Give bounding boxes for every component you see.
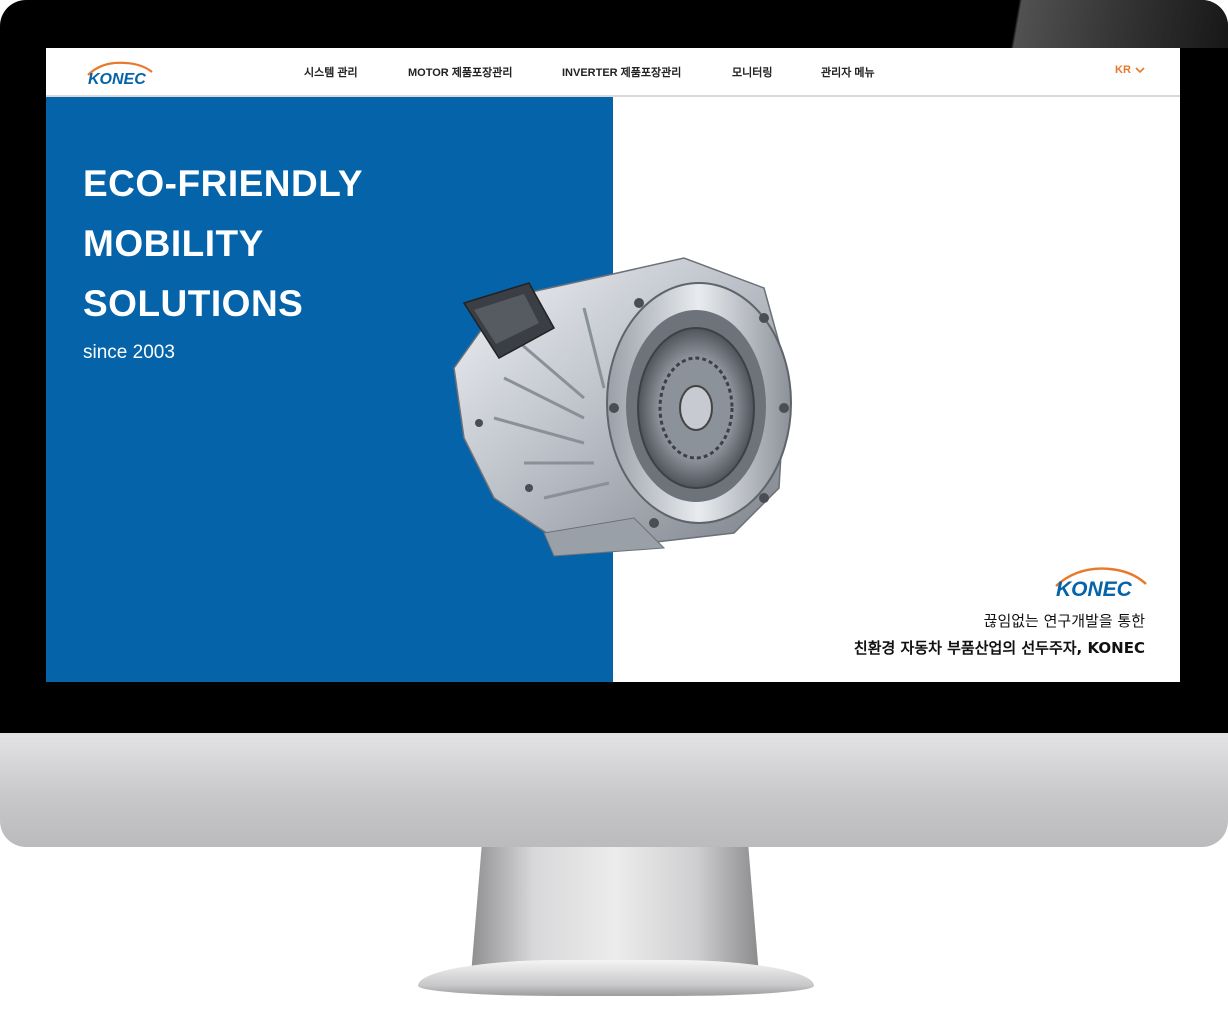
monitor-foot (418, 960, 814, 996)
nav-monitoring[interactable]: 모니터링 (732, 64, 772, 80)
chevron-down-icon (1135, 67, 1145, 74)
screen: KONEC 시스템 관리 MOTOR 제품포장관리 INVERTER 제품포장관… (46, 48, 1180, 682)
tagline-line-2: 친환경 자동차 부품산업의 선두주자, KONEC (853, 639, 1145, 657)
top-navigation: KONEC 시스템 관리 MOTOR 제품포장관리 INVERTER 제품포장관… (46, 48, 1180, 97)
headline-line-3: SOLUTIONS (83, 283, 304, 324)
headline-line-1: ECO-FRIENDLY (83, 163, 364, 204)
tagline-line-1: 끊임없는 연구개발을 통한 (983, 612, 1145, 630)
since-text: since 2003 (83, 342, 175, 363)
brand-logo-text: KONEC (1056, 578, 1133, 600)
monitor-chin (0, 733, 1228, 847)
headline-line-2: MOBILITY (83, 223, 264, 264)
motor-image (434, 248, 794, 558)
nav-system-management[interactable]: 시스템 관리 (304, 64, 358, 80)
logo-text: KONEC (88, 71, 146, 88)
nav-inverter-packaging[interactable]: INVERTER 제품포장관리 (562, 64, 681, 80)
konec-logo[interactable]: KONEC (82, 58, 158, 88)
language-selector[interactable]: KR (1115, 64, 1145, 76)
language-label: KR (1115, 64, 1131, 76)
bezel-glare (958, 0, 1228, 48)
nav-motor-packaging[interactable]: MOTOR 제품포장관리 (408, 64, 513, 80)
hero-headline: ECO-FRIENDLY MOBILITY SOLUTIONS (83, 154, 363, 334)
tagline: 끊임없는 연구개발을 통한 친환경 자동차 부품산업의 선두주자, KONEC (854, 609, 1145, 663)
brand-logo: KONEC (1050, 564, 1150, 601)
nav-admin-menu[interactable]: 관리자 메뉴 (821, 64, 875, 80)
